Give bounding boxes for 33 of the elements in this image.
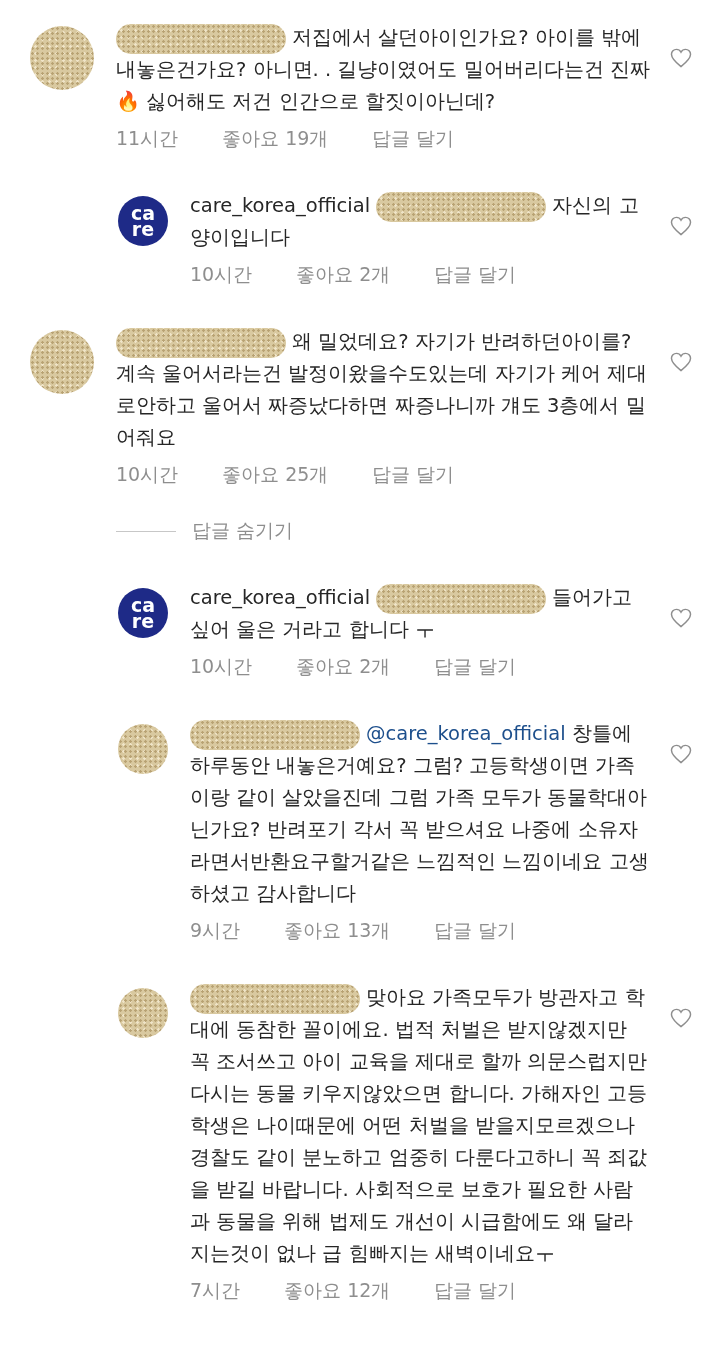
heart-icon[interactable] (670, 352, 692, 372)
comment-time: 10시간 (116, 462, 179, 487)
comment-time: 10시간 (190, 262, 253, 287)
comment-text: care_korea_official 자신의 고양이입니다 (190, 190, 652, 254)
logo-avatar[interactable]: ca re (118, 588, 168, 638)
comment-text: 맞아요 가족모두가 방관자고 학대에 동참한 꼴이에요. 법적 처벌은 받지않겠지만 꼭 조서쓰고 아이 교육을 제대로 할까 의문스럽지만 다시는 동물 키우지않았으면 합니다. 가해자인 고등학생은 나이때문에 어떤 처벌을 받을지모르겠으나 경찰도 같이 분노하고 엄중히 다룬다고하니 꼭 죄값을 받길 바랍니다. 사회적으로 보호가 필요한 사람과 동물을 위해 법제도 개선이 시급함에도 왜 달라지는것이 없나 급 힘빠지는 새벽이네요ㅜ (190, 982, 652, 1270)
heart-icon[interactable] (670, 744, 692, 764)
reply-link[interactable]: 답글 달기 (434, 1278, 517, 1304)
reply-link[interactable]: 답글 달기 (434, 262, 517, 288)
comment-time: 10시간 (190, 654, 253, 679)
logo-avatar[interactable]: ca re (118, 196, 168, 246)
comment-text: care_korea_official 들어가고 싶어 울은 거라고 합니다 ㅜ (190, 582, 652, 646)
likes-link[interactable]: 좋아요 25개 (222, 462, 329, 488)
likes-link[interactable]: 좋아요 12개 (284, 1278, 391, 1304)
comment-time: 9시간 (190, 918, 241, 943)
heart-icon[interactable] (670, 608, 692, 628)
comment-text: 왜 밀었데요? 자기가 반려하던아이를? 계속 울어서라는건 발정이왔을수도있는데 자기가 케어 제대로안하고 울어서 짜증났다하면 짜증나니까 걔도 3층에서 밀어줘요 (116, 326, 652, 454)
heart-icon[interactable] (670, 48, 692, 68)
heart-icon[interactable] (670, 1008, 692, 1028)
reply-link[interactable]: 답글 달기 (372, 462, 455, 488)
hide-replies-link[interactable]: 답글 숨기기 (192, 518, 294, 544)
likes-link[interactable]: 좋아요 2개 (296, 262, 391, 288)
heart-icon[interactable] (670, 216, 692, 236)
likes-link[interactable]: 좋아요 13개 (284, 918, 391, 944)
likes-link[interactable]: 좋아요 2개 (296, 654, 391, 680)
reply-link[interactable]: 답글 달기 (372, 126, 455, 152)
reply-link[interactable]: 답글 달기 (434, 654, 517, 680)
comment-time: 11시간 (116, 126, 179, 151)
comment-text: @care_korea_official 창틀에 하루동안 내놓은거예요? 그럼? 고등학생이면 가족이랑 같이 살았을진데 그럼 가족 모두가 동물학대아닌가요? 반려포기 각서 꼭 받으셔요 나중에 소유자라면서반환요구할거같은 느낌적인 느낌이네요 고생하셨고 감사합니다 (190, 718, 652, 910)
comment-time: 7시간 (190, 1278, 241, 1303)
likes-link[interactable]: 좋아요 19개 (222, 126, 329, 152)
reply-link[interactable]: 답글 달기 (434, 918, 517, 944)
comment-text: 저집에서 살던아이인가요? 아이를 밖에내놓은건가요? 아니면. . 길냥이였어도 밀어버리다는건 진짜🔥 싫어해도 저건 인간으로 할짓이아닌데? (116, 22, 652, 118)
